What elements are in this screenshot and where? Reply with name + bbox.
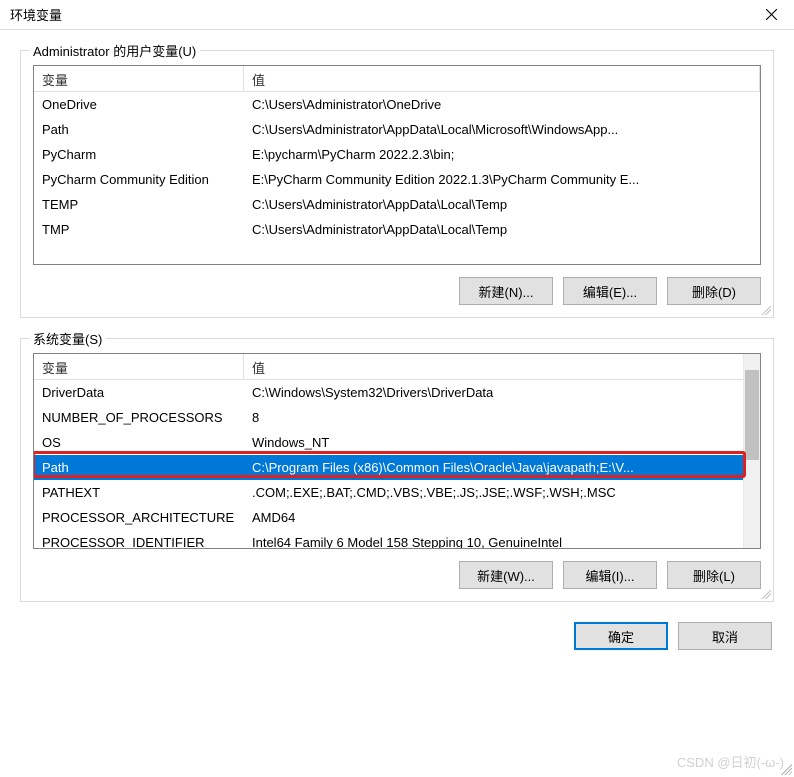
cell-variable: PROCESSOR_ARCHITECTURE xyxy=(34,508,244,527)
cell-value: C:\Users\Administrator\OneDrive xyxy=(244,95,760,114)
cell-value: E:\PyCharm Community Edition 2022.1.3\Py… xyxy=(244,170,760,189)
table-row[interactable]: PathC:\Program Files (x86)\Common Files\… xyxy=(34,455,760,480)
cell-variable: Path xyxy=(34,120,244,139)
system-variables-group: 系统变量(S) 变量 值 DriverDataC:\Windows\System… xyxy=(20,338,774,602)
header-value[interactable]: 值 xyxy=(244,354,760,379)
table-row[interactable]: TMPC:\Users\Administrator\AppData\Local\… xyxy=(34,217,760,242)
table-row[interactable]: OneDriveC:\Users\Administrator\OneDrive xyxy=(34,92,760,117)
user-delete-button[interactable]: 删除(D) xyxy=(667,277,761,305)
resize-grip-icon xyxy=(759,303,771,315)
user-new-button[interactable]: 新建(N)... xyxy=(459,277,553,305)
user-variables-list[interactable]: 变量 值 OneDriveC:\Users\Administrator\OneD… xyxy=(33,65,761,265)
cell-variable: PyCharm Community Edition xyxy=(34,170,244,189)
header-value[interactable]: 值 xyxy=(244,66,760,91)
close-icon xyxy=(766,9,777,20)
cell-variable: PROCESSOR_IDENTIFIER xyxy=(34,533,244,549)
cell-value: C:\Program Files (x86)\Common Files\Orac… xyxy=(244,458,760,477)
window-title: 环境变量 xyxy=(10,5,62,24)
cell-variable: TEMP xyxy=(34,195,244,214)
cell-value: .COM;.EXE;.BAT;.CMD;.VBS;.VBE;.JS;.JSE;.… xyxy=(244,483,760,502)
system-group-label: 系统变量(S) xyxy=(29,329,106,348)
cell-value: AMD64 xyxy=(244,508,760,527)
cell-variable: PyCharm xyxy=(34,145,244,164)
table-row[interactable]: PROCESSOR_IDENTIFIERIntel64 Family 6 Mod… xyxy=(34,530,760,549)
system-edit-button[interactable]: 编辑(I)... xyxy=(563,561,657,589)
cell-value: E:\pycharm\PyCharm 2022.2.3\bin; xyxy=(244,145,760,164)
cell-variable: TMP xyxy=(34,220,244,239)
system-buttons: 新建(W)... 编辑(I)... 删除(L) xyxy=(33,561,761,589)
system-delete-button[interactable]: 删除(L) xyxy=(667,561,761,589)
resize-grip-icon xyxy=(759,587,771,599)
cell-value: 8 xyxy=(244,408,760,427)
table-row[interactable]: PROCESSOR_ARCHITECTUREAMD64 xyxy=(34,505,760,530)
dialog-buttons: 确定 取消 xyxy=(20,622,774,650)
scrollbar-vertical[interactable] xyxy=(743,354,760,548)
table-row[interactable]: TEMPC:\Users\Administrator\AppData\Local… xyxy=(34,192,760,217)
cell-value: Intel64 Family 6 Model 158 Stepping 10, … xyxy=(244,533,760,549)
table-row[interactable]: OSWindows_NT xyxy=(34,430,760,455)
user-rows: OneDriveC:\Users\Administrator\OneDriveP… xyxy=(34,92,760,242)
cell-value: C:\Users\Administrator\AppData\Local\Mic… xyxy=(244,120,760,139)
table-row[interactable]: PyCharm Community EditionE:\PyCharm Comm… xyxy=(34,167,760,192)
user-edit-button[interactable]: 编辑(E)... xyxy=(563,277,657,305)
scrollbar-thumb[interactable] xyxy=(745,370,759,460)
watermark: CSDN @日初(-ω-) xyxy=(677,752,784,771)
system-rows: DriverDataC:\Windows\System32\Drivers\Dr… xyxy=(34,380,760,549)
cell-value: C:\Users\Administrator\AppData\Local\Tem… xyxy=(244,220,760,239)
system-new-button[interactable]: 新建(W)... xyxy=(459,561,553,589)
user-list-header: 变量 值 xyxy=(34,66,760,92)
titlebar: 环境变量 xyxy=(0,0,794,30)
cell-variable: PATHEXT xyxy=(34,483,244,502)
dialog-content: Administrator 的用户变量(U) 变量 值 OneDriveC:\U… xyxy=(0,30,794,664)
system-list-header: 变量 值 xyxy=(34,354,760,380)
table-row[interactable]: DriverDataC:\Windows\System32\Drivers\Dr… xyxy=(34,380,760,405)
cell-value: C:\Users\Administrator\AppData\Local\Tem… xyxy=(244,195,760,214)
table-row[interactable]: PyCharmE:\pycharm\PyCharm 2022.2.3\bin; xyxy=(34,142,760,167)
cell-variable: OneDrive xyxy=(34,95,244,114)
header-variable[interactable]: 变量 xyxy=(34,354,244,379)
ok-button[interactable]: 确定 xyxy=(574,622,668,650)
cancel-button[interactable]: 取消 xyxy=(678,622,772,650)
close-button[interactable] xyxy=(748,0,794,30)
user-buttons: 新建(N)... 编辑(E)... 删除(D) xyxy=(33,277,761,305)
cell-value: Windows_NT xyxy=(244,433,760,452)
cell-variable: Path xyxy=(34,458,244,477)
system-variables-list[interactable]: 变量 值 DriverDataC:\Windows\System32\Drive… xyxy=(33,353,761,549)
header-variable[interactable]: 变量 xyxy=(34,66,244,91)
window-resize-grip[interactable] xyxy=(778,761,792,775)
cell-value: C:\Windows\System32\Drivers\DriverData xyxy=(244,383,760,402)
table-row[interactable]: PathC:\Users\Administrator\AppData\Local… xyxy=(34,117,760,142)
user-variables-group: Administrator 的用户变量(U) 变量 值 OneDriveC:\U… xyxy=(20,50,774,318)
table-row[interactable]: NUMBER_OF_PROCESSORS8 xyxy=(34,405,760,430)
user-group-label: Administrator 的用户变量(U) xyxy=(29,41,200,60)
cell-variable: DriverData xyxy=(34,383,244,402)
cell-variable: OS xyxy=(34,433,244,452)
table-row[interactable]: PATHEXT.COM;.EXE;.BAT;.CMD;.VBS;.VBE;.JS… xyxy=(34,480,760,505)
cell-variable: NUMBER_OF_PROCESSORS xyxy=(34,408,244,427)
